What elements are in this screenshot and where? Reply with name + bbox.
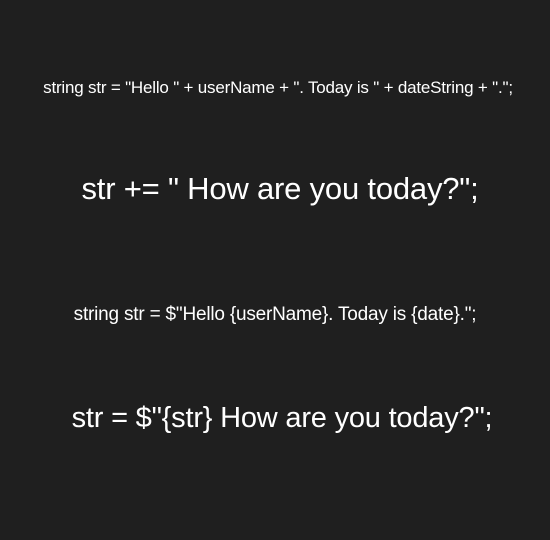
code-line-interpolation: string str = $"Hello {userName}. Today i…: [73, 304, 477, 325]
code-line-concatenation: string str = "Hello " + userName + ". To…: [43, 78, 513, 97]
code-line-interpolated-append: str = $"{str} How are you today?";: [71, 402, 493, 434]
code-line-append: str += " How are you today?";: [81, 171, 479, 206]
